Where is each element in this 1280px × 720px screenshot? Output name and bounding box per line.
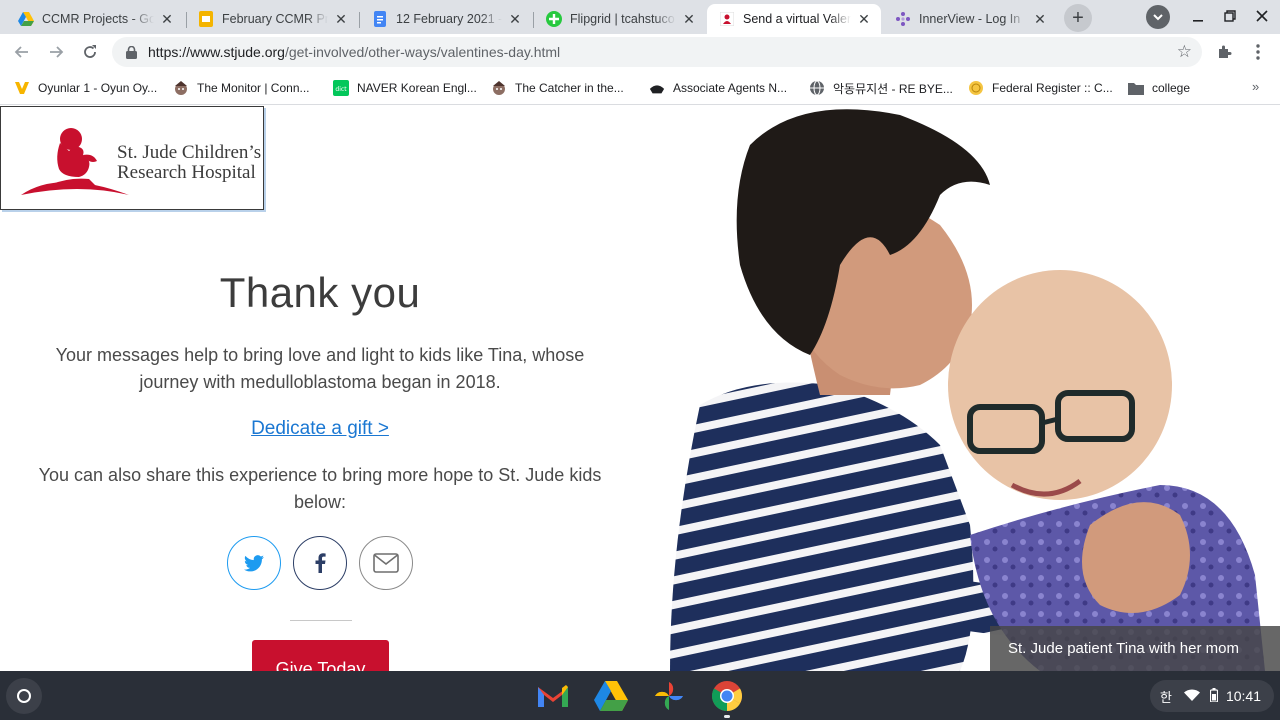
launcher-icon bbox=[17, 689, 31, 703]
folder-icon bbox=[1128, 80, 1144, 96]
tab-title: CCMR Projects - Go bbox=[42, 12, 154, 26]
tab-send-virtual-valentine[interactable]: Send a virtual Valen ✕ bbox=[707, 4, 881, 34]
dedicate-gift-link[interactable]: Dedicate a gift > bbox=[251, 418, 389, 439]
more-bookmarks-icon[interactable]: » bbox=[1252, 79, 1259, 94]
email-icon bbox=[373, 553, 399, 573]
bookmarks-bar: Oyunlar 1 - Oyun Oy... The Monitor | Con… bbox=[0, 70, 1280, 105]
bookmark-associate-agents[interactable]: Associate Agents N... bbox=[649, 78, 787, 98]
tab-february-ccmr[interactable]: February CCMR Pro ✕ bbox=[186, 4, 358, 34]
tab-ccmr-projects[interactable]: CCMR Projects - Go ✕ bbox=[6, 4, 184, 34]
twitter-share-button[interactable] bbox=[227, 536, 281, 590]
tab-12-february[interactable]: 12 February 2021 - ✕ bbox=[360, 4, 532, 34]
thank-you-message: Your messages help to bring love and lig… bbox=[55, 345, 585, 392]
google-slides-icon bbox=[198, 11, 214, 27]
status-tray[interactable]: 한 10:41 bbox=[1150, 680, 1274, 712]
ime-indicator: 한 bbox=[1160, 689, 1172, 705]
federal-register-icon bbox=[968, 80, 984, 96]
tab-title: February CCMR Pro bbox=[222, 12, 328, 26]
catcher-icon bbox=[491, 80, 507, 96]
close-tab-icon[interactable]: ✕ bbox=[332, 10, 350, 28]
innerview-icon bbox=[895, 11, 911, 27]
extensions-icon[interactable] bbox=[1214, 42, 1234, 62]
battery-icon bbox=[1209, 687, 1219, 705]
restore-icon[interactable] bbox=[1220, 6, 1240, 26]
dedicate-gift-wrapper: Dedicate a gift > bbox=[0, 418, 640, 440]
close-window-icon[interactable] bbox=[1252, 6, 1272, 26]
give-today-button[interactable]: Give Today bbox=[252, 640, 389, 671]
gmail-icon bbox=[538, 685, 568, 707]
associate-agents-icon bbox=[649, 80, 665, 96]
minimize-icon[interactable] bbox=[1188, 6, 1208, 26]
gmail-app[interactable] bbox=[536, 679, 570, 713]
tab-flipgrid[interactable]: Flipgrid | tcahstuco ✕ bbox=[534, 4, 706, 34]
tab-title: InnerView - Log In bbox=[919, 12, 1021, 26]
google-docs-icon bbox=[372, 11, 388, 27]
photo-caption: St. Jude patient Tina with her mom bbox=[990, 626, 1280, 671]
bookmark-college[interactable]: college bbox=[1128, 78, 1190, 98]
stjude-icon bbox=[719, 11, 735, 27]
close-tab-icon[interactable]: ✕ bbox=[1031, 10, 1049, 28]
stjude-logo-figure-icon bbox=[21, 128, 129, 195]
browser-toolbar: https://www.stjude.org/get-involved/othe… bbox=[0, 34, 1280, 70]
close-tab-icon[interactable]: ✕ bbox=[158, 10, 176, 28]
kebab-menu-icon[interactable] bbox=[1248, 42, 1268, 62]
globe-icon bbox=[809, 80, 825, 96]
google-drive-app[interactable] bbox=[594, 679, 628, 713]
url-text: https://www.stjude.org/get-involved/othe… bbox=[148, 44, 561, 60]
bookmark-catcher[interactable]: The Catcher in the... bbox=[491, 78, 624, 98]
facebook-icon bbox=[315, 553, 326, 573]
bookmark-oyunlar[interactable]: Oyunlar 1 - Oyun Oy... bbox=[14, 78, 157, 98]
launcher-button[interactable] bbox=[6, 678, 42, 714]
stjude-logo[interactable]: St. Jude Children’s Research Hospital bbox=[0, 106, 264, 210]
new-tab-button[interactable]: + bbox=[1064, 4, 1092, 32]
twitter-icon bbox=[244, 554, 264, 571]
back-icon[interactable] bbox=[10, 40, 34, 64]
page-title: Thank you bbox=[219, 269, 421, 316]
flipgrid-icon bbox=[546, 11, 562, 27]
chrome-running-indicator bbox=[724, 715, 730, 718]
browser-tab-strip: CCMR Projects - Go ✕ February CCMR Pro ✕… bbox=[0, 0, 1280, 34]
os-shelf: 한 10:41 bbox=[0, 671, 1280, 720]
close-tab-icon[interactable]: ✕ bbox=[855, 10, 873, 28]
section-divider bbox=[290, 620, 352, 621]
bookmark-akdong[interactable]: 악동뮤지션 - RE BYE... bbox=[809, 78, 953, 98]
share-prompt: You can also share this experience to br… bbox=[38, 465, 602, 512]
thank-you-section: St. Jude Children’s Research Hospital Th… bbox=[0, 105, 640, 671]
chrome-icon bbox=[711, 681, 743, 712]
wifi-icon bbox=[1183, 688, 1200, 704]
tab-title: 12 February 2021 - bbox=[396, 12, 502, 26]
chrome-app[interactable] bbox=[710, 679, 744, 713]
svg-text:dict: dict bbox=[335, 86, 347, 93]
tab-innerview[interactable]: InnerView - Log In ✕ bbox=[883, 4, 1057, 34]
lock-icon[interactable] bbox=[124, 45, 138, 59]
tab-title: Flipgrid | tcahstuco bbox=[570, 12, 675, 26]
clock: 10:41 bbox=[1225, 688, 1262, 704]
bookmark-star-icon[interactable]: ☆ bbox=[1177, 42, 1192, 62]
logo-wordmark: St. Jude Children’s Research Hospital bbox=[117, 142, 262, 183]
web-page: St. Jude Children’s Research Hospital Th… bbox=[0, 105, 1280, 671]
facebook-share-button[interactable] bbox=[293, 536, 347, 590]
bookmark-naver[interactable]: dict NAVER Korean Engl... bbox=[333, 78, 477, 98]
share-buttons bbox=[227, 536, 427, 590]
google-drive-icon bbox=[18, 11, 34, 27]
tina-and-mom-photo bbox=[670, 109, 1265, 671]
forward-icon[interactable] bbox=[44, 40, 68, 64]
close-tab-icon[interactable]: ✕ bbox=[680, 10, 698, 28]
reload-icon[interactable] bbox=[78, 40, 102, 64]
naver-dict-icon: dict bbox=[333, 80, 349, 96]
email-share-button[interactable] bbox=[359, 536, 413, 590]
close-tab-icon[interactable]: ✕ bbox=[506, 10, 524, 28]
google-photos-icon bbox=[655, 682, 683, 710]
google-photos-app[interactable] bbox=[652, 679, 686, 713]
tab-title: Send a virtual Valen bbox=[743, 12, 851, 26]
tab-search-icon[interactable] bbox=[1146, 5, 1170, 29]
bookmark-federal-register[interactable]: Federal Register :: C... bbox=[968, 78, 1113, 98]
the-monitor-icon bbox=[173, 80, 189, 96]
google-drive-icon bbox=[594, 681, 628, 711]
oyunlar-icon bbox=[14, 80, 30, 96]
bookmark-the-monitor[interactable]: The Monitor | Conn... bbox=[173, 78, 310, 98]
address-bar[interactable]: https://www.stjude.org/get-involved/othe… bbox=[112, 37, 1202, 67]
